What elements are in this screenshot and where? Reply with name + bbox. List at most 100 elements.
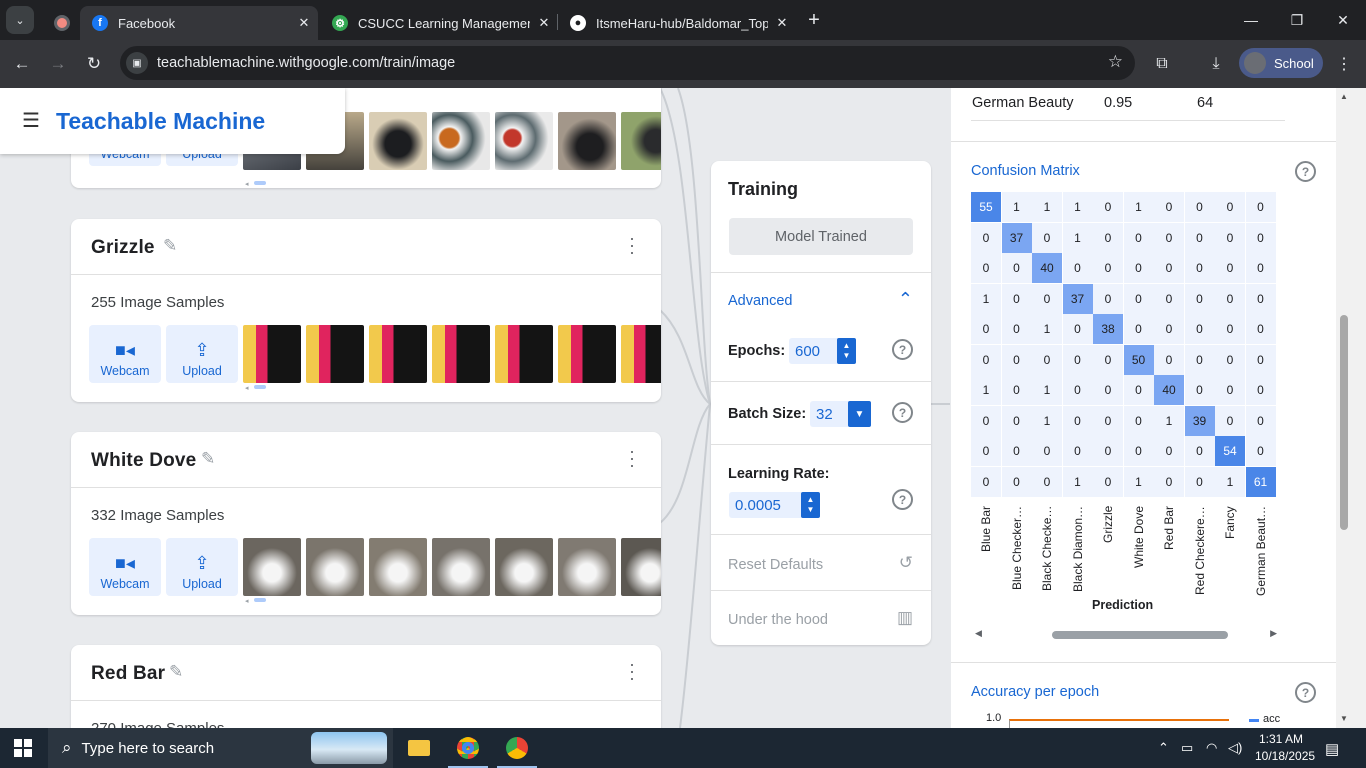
thumb-scrollbar[interactable] — [254, 181, 266, 185]
reload-button[interactable]: ↻ — [80, 50, 108, 78]
sample-thumbnail[interactable] — [495, 325, 553, 383]
tab-search-button[interactable]: ⌄ — [6, 6, 34, 34]
close-window-button[interactable]: ✕ — [1320, 0, 1366, 40]
epochs-stepper[interactable]: ▲ ▼ — [837, 338, 856, 364]
close-icon[interactable]: ✕ — [768, 15, 796, 31]
sample-count: 332 Image Samples — [91, 507, 225, 524]
bar-chart-icon[interactable]: ▥ — [897, 608, 913, 628]
matrix-cell: 0 — [1245, 283, 1276, 314]
scrollbar-thumb[interactable] — [1340, 315, 1348, 530]
train-model-button[interactable]: Model Trained — [729, 218, 913, 255]
address-bar[interactable]: ▣ teachablemachine.withgoogle.com/train/… — [120, 46, 1135, 80]
profile-button[interactable]: School — [1239, 48, 1323, 78]
windows-start-icon[interactable] — [14, 739, 32, 757]
sample-thumbnail[interactable] — [558, 325, 616, 383]
sample-thumbnail[interactable] — [243, 538, 301, 596]
back-button[interactable]: ← — [8, 50, 36, 78]
menu-kebab-icon[interactable]: ⋮ — [1330, 50, 1358, 78]
file-explorer-icon[interactable] — [395, 728, 443, 768]
page-vertical-scrollbar[interactable]: ▲ ▼ — [1336, 88, 1366, 728]
pencil-icon[interactable]: ✎ — [163, 236, 177, 256]
close-icon[interactable]: ✕ — [290, 15, 318, 31]
sample-thumbnail[interactable] — [432, 112, 490, 170]
history-icon[interactable]: ↺ — [899, 553, 913, 573]
chevron-up-icon[interactable]: ⌃ — [1158, 740, 1169, 756]
thumb-scroll-left[interactable]: ◂ — [245, 180, 249, 188]
tab-github[interactable]: ● ItsmeHaru-hub/Baldomar_Topic ✕ — [558, 6, 796, 40]
thumb-scroll-left[interactable]: ◂ — [245, 384, 249, 392]
help-icon[interactable]: ? — [892, 402, 913, 423]
upload-button[interactable]: ⇪ Upload — [166, 325, 238, 383]
minimize-button[interactable]: — — [1228, 0, 1274, 40]
class-name[interactable]: Red Bar — [91, 663, 165, 685]
scroll-down-arrow[interactable]: ▼ — [1340, 714, 1348, 723]
under-the-hood-button[interactable]: Under the hood — [728, 612, 828, 628]
thumb-scrollbar[interactable] — [254, 598, 266, 602]
battery-icon[interactable]: ▭ — [1181, 740, 1193, 756]
sample-thumbnail[interactable] — [621, 325, 661, 383]
volume-icon[interactable]: ◁) — [1228, 740, 1242, 756]
notifications-icon[interactable]: ▤ — [1325, 740, 1339, 758]
scroll-left-arrow[interactable]: ◀ — [975, 628, 982, 639]
taskbar-clock[interactable]: 1:31 AM 10/18/2025 — [1255, 731, 1315, 765]
more-options-icon[interactable]: · · · — [629, 442, 635, 474]
sample-thumbnail[interactable] — [621, 538, 661, 596]
sample-thumbnail[interactable] — [369, 325, 427, 383]
help-icon[interactable]: ? — [1295, 682, 1316, 703]
more-options-icon[interactable]: · · · — [629, 655, 635, 687]
learning-rate-stepper[interactable]: ▲ ▼ — [801, 492, 820, 518]
sample-thumbnail[interactable] — [558, 112, 616, 170]
wifi-icon[interactable]: ◠ — [1206, 740, 1217, 756]
accuracy-table-class: German Beauty — [972, 95, 1074, 111]
help-icon[interactable]: ? — [892, 339, 913, 360]
app-logo[interactable]: Teachable Machine — [56, 108, 265, 135]
sample-thumbnail[interactable] — [306, 538, 364, 596]
sample-thumbnail[interactable] — [621, 112, 661, 170]
hamburger-menu-icon[interactable]: ☰ — [22, 111, 42, 131]
extensions-icon[interactable]: ⧉ — [1148, 50, 1176, 78]
sample-thumbnail[interactable] — [306, 325, 364, 383]
taskbar-search[interactable]: ⌕ Type here to search — [48, 728, 393, 768]
tab-recording[interactable] — [44, 6, 80, 40]
chevron-up-icon[interactable]: ⌃ — [898, 289, 913, 310]
matrix-cell: 0 — [1245, 405, 1276, 436]
close-icon[interactable]: ✕ — [530, 15, 558, 31]
download-icon[interactable]: ⤓ — [1202, 50, 1230, 78]
reset-defaults-button[interactable]: Reset Defaults — [728, 557, 823, 573]
help-icon[interactable]: ? — [1295, 161, 1316, 182]
upload-button[interactable]: ⇪ Upload — [166, 538, 238, 596]
matrix-horizontal-scrollbar[interactable]: ◀ ▶ — [971, 628, 1277, 640]
forward-button[interactable]: → — [44, 50, 72, 78]
sample-thumbnail[interactable] — [558, 538, 616, 596]
scroll-up-arrow[interactable]: ▲ — [1340, 92, 1348, 101]
pencil-icon[interactable]: ✎ — [201, 449, 215, 469]
sample-thumbnail[interactable] — [432, 538, 490, 596]
sample-thumbnail[interactable] — [369, 112, 427, 170]
class-name[interactable]: White Dove — [91, 450, 196, 472]
sample-thumbnail[interactable] — [369, 538, 427, 596]
chrome-icon[interactable] — [444, 728, 492, 768]
help-icon[interactable]: ? — [892, 489, 913, 510]
tab-facebook[interactable]: f Facebook ✕ — [80, 6, 318, 40]
pencil-icon[interactable]: ✎ — [169, 662, 183, 682]
more-options-icon[interactable]: · · · — [629, 229, 635, 261]
sample-thumbnail[interactable] — [432, 325, 490, 383]
site-info-icon[interactable]: ▣ — [126, 52, 148, 74]
restore-button[interactable]: ❐ — [1274, 0, 1320, 40]
webcam-button[interactable]: ■◂ Webcam — [89, 325, 161, 383]
sample-thumbnail[interactable] — [495, 538, 553, 596]
dropdown-arrow-icon[interactable]: ▼ — [848, 401, 871, 427]
sample-thumbnail[interactable] — [495, 112, 553, 170]
bookmark-star-icon[interactable]: ☆ — [1108, 52, 1123, 72]
scrollbar-thumb[interactable] — [1052, 631, 1228, 639]
thumb-scroll-left[interactable]: ◂ — [245, 597, 249, 605]
tab-csucc[interactable]: ⚙ CSUCC Learning Management S ✕ — [320, 6, 558, 40]
scroll-right-arrow[interactable]: ▶ — [1270, 628, 1277, 639]
new-tab-button[interactable]: + — [802, 6, 826, 34]
class-name[interactable]: Grizzle — [91, 237, 155, 259]
webcam-button[interactable]: ■◂ Webcam — [89, 538, 161, 596]
advanced-toggle[interactable]: Advanced — [728, 293, 793, 309]
thumb-scrollbar[interactable] — [254, 385, 266, 389]
chrome-profile-icon[interactable] — [493, 728, 541, 768]
sample-thumbnail[interactable] — [243, 325, 301, 383]
